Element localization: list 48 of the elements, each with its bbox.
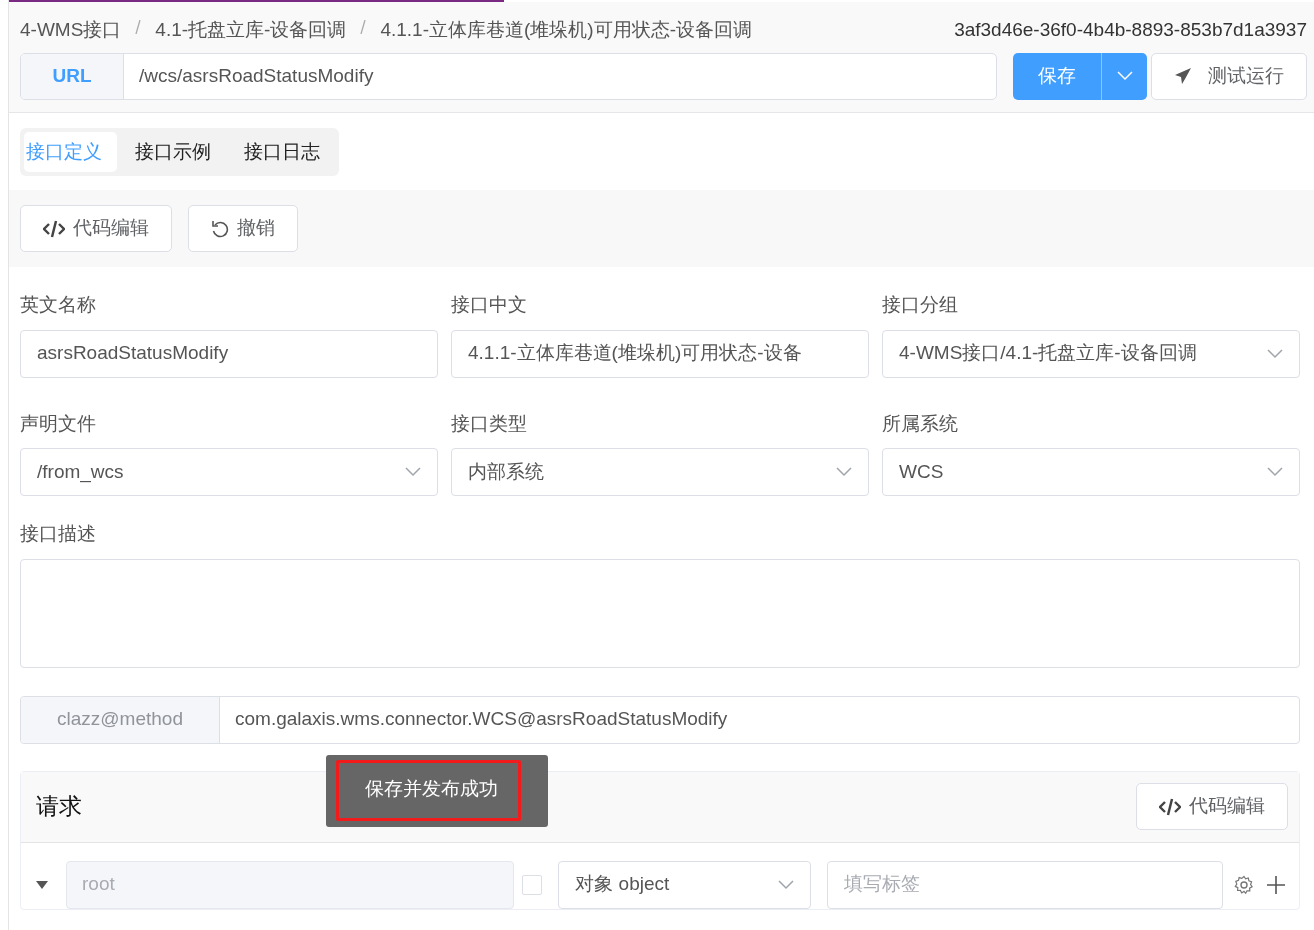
chevron-down-icon [836, 467, 852, 477]
chevron-down-icon [405, 467, 421, 477]
chevron-down-icon [1116, 71, 1133, 81]
send-icon [1174, 67, 1192, 85]
save-dropdown-button[interactable] [1101, 52, 1147, 100]
url-field[interactable]: URL /wcs/asrsRoadStatusModify [20, 52, 997, 100]
request-title: 请求 [36, 792, 82, 822]
clazz-method-label: clazz@method [21, 696, 220, 743]
url-label: URL [21, 53, 124, 99]
settings-icon[interactable] [1234, 874, 1254, 895]
field-label: 接口类型 [451, 411, 528, 436]
chevron-down-icon [1267, 348, 1283, 359]
interface-id: 3af3d46e-36f0-4b4b-8893-853b7d1a3937 [954, 18, 1307, 42]
code-edit-button[interactable]: 代码编辑 [20, 205, 172, 252]
chevron-down-icon [1267, 467, 1283, 477]
add-icon[interactable] [1267, 875, 1285, 894]
undo-button[interactable]: 撤销 [188, 205, 298, 252]
field-label: 英文名称 [20, 293, 97, 317]
input-field[interactable]: asrsRoadStatusModify [20, 329, 438, 378]
tab[interactable]: 接口示例 [133, 131, 226, 172]
breadcrumb-item[interactable]: 4-WMS接口 [20, 16, 122, 45]
slash-icon [360, 20, 367, 34]
toast-message: 保存并发布成功 [336, 760, 521, 821]
test-run-button[interactable]: 测试运行 [1151, 52, 1307, 100]
select-field[interactable]: 内部系统 [451, 448, 869, 496]
code-edit-button[interactable]: 代码编辑 [1136, 783, 1288, 830]
checkbox[interactable] [522, 874, 543, 895]
field-label: 声明文件 [20, 411, 97, 436]
code-icon [1159, 797, 1181, 816]
select-field[interactable]: 4-WMS接口/4.1-托盘立库-设备回调 [882, 329, 1300, 378]
url-value: /wcs/asrsRoadStatusModify [138, 63, 374, 88]
slash-icon [135, 20, 142, 34]
field-label: 接口分组 [882, 293, 959, 317]
code-icon [43, 219, 65, 238]
clazz-method-value: com.galaxis.wms.connector.WCS@asrsRoadStatusModify [234, 707, 728, 732]
chevron-down-icon [778, 879, 795, 890]
field-label: 接口中文 [451, 293, 528, 317]
input-field[interactable]: 4.1.1-立体库巷道(堆垛机)可用状态-设备 [451, 329, 869, 378]
clazz-method-field[interactable]: clazz@method com.galaxis.wms.connector.WCS@asrsRoadStatusModify [20, 695, 1300, 744]
field-label: 接口描述 [20, 522, 97, 546]
type-select[interactable]: 对象 object [558, 860, 812, 909]
breadcrumb-item[interactable]: 4.1.1-立体库巷道(堆垛机)可用状态-设备回调 [380, 16, 752, 45]
select-field[interactable]: WCS [882, 448, 1300, 496]
breadcrumb-item[interactable]: 4.1-托盘立库-设备回调 [155, 16, 347, 45]
tab[interactable]: 接口日志 [242, 131, 335, 172]
select-field[interactable]: /from_wcs [20, 448, 438, 496]
field-label: 所属系统 [882, 411, 959, 436]
undo-icon [211, 219, 229, 238]
